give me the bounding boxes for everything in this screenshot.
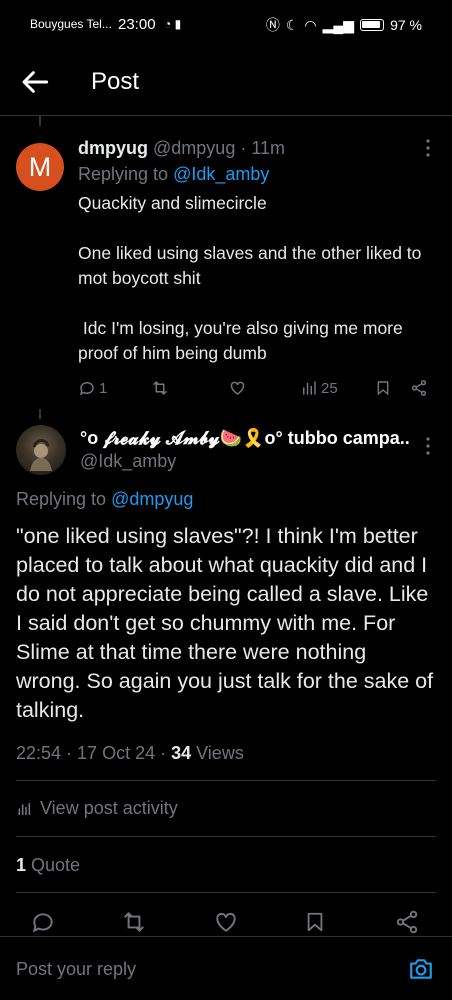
post-paragraph: One liked using slaves and the other lik… <box>78 243 422 288</box>
share-icon <box>411 380 427 396</box>
replying-handle-link[interactable]: @Idk_amby <box>173 164 269 184</box>
carrier-name: Bouygues Tel... <box>30 17 112 31</box>
page-title: Post <box>91 68 140 95</box>
back-arrow-icon <box>22 71 49 93</box>
header-divider <box>0 115 452 116</box>
like-icon <box>230 381 245 395</box>
moon-icon: ☾ <box>285 16 299 33</box>
views-button[interactable]: 25 <box>300 379 338 397</box>
reply-bar-divider <box>0 936 452 937</box>
bookmark-icon <box>377 381 389 395</box>
bookmark-button[interactable] <box>375 379 391 397</box>
share-button[interactable] <box>410 379 428 397</box>
replying-to: Replying to @Idk_amby <box>78 164 269 185</box>
views-count: 34 <box>171 743 192 763</box>
reply-button[interactable] <box>30 909 56 935</box>
avatar[interactable]: M <box>16 143 64 191</box>
post-text: Quackity and slimecircle One liked using… <box>78 191 438 366</box>
avatar-image <box>30 439 52 471</box>
thread-line <box>39 116 41 126</box>
post-text: "one liked using slaves"?! I think I'm b… <box>16 524 434 722</box>
thread-line <box>39 409 41 419</box>
like-button[interactable] <box>228 379 250 397</box>
activity-label: View post activity <box>40 798 178 818</box>
nfc-icon: Ⓝ <box>265 17 280 33</box>
wifi-icon: ◠ <box>304 16 317 33</box>
replying-handle-link[interactable]: @dmpyug <box>111 489 193 509</box>
replying-label: Replying to <box>78 164 169 184</box>
more-icon <box>426 437 430 455</box>
quote-count: 1 <box>16 855 27 875</box>
repost-icon <box>153 380 167 396</box>
activity-icon <box>18 802 31 815</box>
top-bar: Post <box>0 58 452 108</box>
status-right-icons: Ⓝ ☾ ◠ ▂▄▆ 97 % <box>266 15 422 35</box>
share-button[interactable] <box>394 909 420 935</box>
reply-count: 1 <box>99 379 108 397</box>
separator: · <box>240 138 247 158</box>
view-activity-link[interactable]: View post activity <box>16 798 178 819</box>
camera-button[interactable] <box>408 956 434 982</box>
divider <box>16 836 436 837</box>
replying-label: Replying to <box>16 489 107 509</box>
bookmark-button[interactable] <box>304 909 326 935</box>
share-icon <box>396 910 418 934</box>
views-label: Views <box>191 743 244 763</box>
bookmark-icon <box>307 912 323 932</box>
user-handle[interactable]: @Idk_amby <box>80 451 176 472</box>
signal-icon: ▂▄▆ <box>322 16 355 33</box>
battery-icon <box>360 19 385 31</box>
like-button[interactable] <box>213 909 239 935</box>
display-name[interactable]: dmpyug <box>78 138 148 158</box>
reply-button[interactable]: 1 <box>78 379 107 397</box>
post-meta: 22:54 · 17 Oct 24 · 34 Views <box>16 743 244 764</box>
reply-icon <box>79 381 94 396</box>
divider <box>16 892 436 893</box>
views-icon <box>303 381 316 395</box>
post-paragraph: Quackity and slimecircle <box>78 193 267 213</box>
reply-input[interactable]: Post your reply <box>16 959 136 980</box>
quotes-link[interactable]: 1 Quote <box>16 855 80 876</box>
like-icon <box>216 912 236 932</box>
status-left-icons: ◔ ▮ <box>164 17 182 31</box>
replying-to: Replying to @dmpyug <box>16 489 193 510</box>
post-timestamp: 22:54 · 17 Oct 24 · <box>16 743 172 763</box>
back-button[interactable] <box>20 66 52 98</box>
views-count: 25 <box>321 379 338 397</box>
reply-post-header: dmpyug @dmpyug · 11m <box>78 138 285 159</box>
quote-label: Quote <box>26 855 81 875</box>
reply-post-actions: 1 25 <box>78 377 433 399</box>
more-icon <box>426 139 430 157</box>
avatar[interactable] <box>16 425 66 475</box>
post-time: 11m <box>251 138 286 158</box>
status-bar: Bouygues Tel... 23:00 ◔ ▮ Ⓝ ☾ ◠ ▂▄▆ 97 % <box>0 0 452 50</box>
divider <box>16 780 436 781</box>
more-options-button[interactable] <box>418 138 438 158</box>
reply-icon <box>32 913 53 933</box>
user-handle[interactable]: @dmpyug <box>153 138 235 158</box>
repost-icon <box>124 911 144 933</box>
status-time: 23:00 <box>118 16 156 33</box>
battery-percent: 97 % <box>390 17 422 33</box>
display-name[interactable]: °o 𝓯𝓻𝓮𝓪𝓴𝔂 𝓐𝓶𝓫𝔂🍉🎗️o° tubbo campa... <box>80 428 410 449</box>
repost-button[interactable] <box>150 379 173 397</box>
camera-icon <box>410 959 432 979</box>
repost-button[interactable] <box>120 909 148 935</box>
more-options-button[interactable] <box>418 436 438 456</box>
main-post-actions <box>30 909 422 935</box>
post-paragraph: Idc I'm losing, you're also giving me mo… <box>78 318 408 363</box>
